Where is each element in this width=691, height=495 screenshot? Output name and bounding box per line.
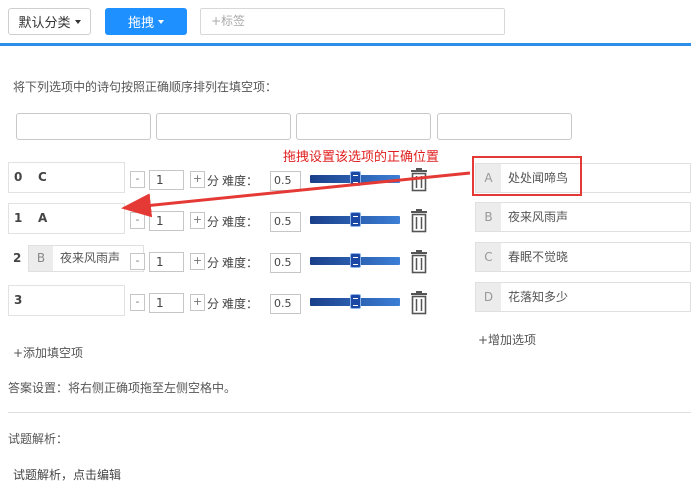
slot-index: 2 (13, 251, 22, 265)
difficulty-input[interactable]: 0.5 (270, 253, 301, 273)
difficulty-input[interactable]: 0.5 (270, 171, 301, 191)
option-text: 春眠不觉晓 (508, 250, 569, 264)
blank-input-1[interactable] (16, 113, 151, 140)
score-input[interactable]: 1 (149, 252, 184, 272)
header-divider (0, 43, 691, 46)
chip-letter: B (29, 246, 53, 271)
category-label: 默认分类 (18, 16, 71, 31)
difficulty-input[interactable]: 0.5 (270, 294, 301, 314)
score-input[interactable]: 1 (149, 170, 184, 190)
trash-icon[interactable] (408, 291, 430, 315)
slot-index: 0 (14, 170, 23, 184)
tag-input[interactable]: +标签 (200, 8, 505, 35)
mode-dropdown[interactable]: 拖拽 (105, 8, 187, 35)
score-decrement-button[interactable]: - (130, 253, 145, 270)
option-letter: C (476, 243, 501, 271)
option-text: 花落知多少 (508, 290, 569, 304)
blank-input-2[interactable] (156, 113, 291, 140)
question-instruction: 将下列选项中的诗句按照正确顺序排列在填空项： (13, 80, 278, 94)
category-dropdown[interactable]: 默认分类 (8, 8, 91, 35)
difficulty-label: 难度： (222, 215, 259, 229)
explanation-label: 试题解析： (8, 432, 69, 446)
trash-icon[interactable] (408, 168, 430, 192)
highlight-box (472, 156, 582, 196)
chip-text: 夜来风雨声 (60, 251, 121, 265)
option-item-b[interactable]: B 夜来风雨声 (475, 202, 691, 232)
answer-slot-1[interactable]: 1 A (8, 203, 125, 234)
explanation-editor[interactable]: 试题解析，点击编辑 (13, 466, 121, 483)
annotation-text: 拖拽设置该选项的正确位置 (283, 150, 440, 165)
dropped-option-chip[interactable]: B 夜来风雨声 (28, 245, 144, 272)
slider-handle[interactable] (349, 212, 361, 227)
score-unit: 分 (207, 215, 220, 229)
slot-index: 3 (14, 293, 23, 307)
option-text: 夜来风雨声 (508, 210, 569, 224)
slot-answer: A (38, 211, 48, 225)
add-blank-button[interactable]: +添加填空项 (13, 344, 83, 361)
trash-icon[interactable] (408, 209, 430, 233)
score-decrement-button[interactable]: - (130, 212, 145, 229)
score-increment-button[interactable]: + (190, 294, 205, 311)
difficulty-input[interactable]: 0.5 (270, 212, 301, 232)
score-decrement-button[interactable]: - (130, 294, 145, 311)
slot-answer: C (38, 170, 47, 184)
option-item-c[interactable]: C 春眠不觉晓 (475, 242, 691, 272)
mode-label: 拖拽 (127, 16, 154, 31)
score-unit: 分 (207, 256, 220, 270)
difficulty-label: 难度： (222, 256, 259, 270)
slider-handle[interactable] (349, 253, 361, 268)
score-increment-button[interactable]: + (190, 171, 205, 188)
option-letter: B (476, 203, 501, 231)
answer-slot-0[interactable]: 0 C (8, 162, 125, 193)
blank-input-4[interactable] (437, 113, 572, 140)
score-decrement-button[interactable]: - (130, 171, 145, 188)
answer-slot-2[interactable]: 2 B 夜来风雨声 (8, 244, 144, 275)
chevron-down-icon (74, 19, 81, 24)
score-increment-button[interactable]: + (190, 253, 205, 270)
chevron-down-icon (158, 19, 164, 24)
option-letter: D (476, 283, 501, 311)
answer-settings-note: 答案设置：将右侧正确项拖至左侧空格中。 (8, 381, 237, 395)
blank-input-3[interactable] (296, 113, 431, 140)
slider-handle[interactable] (349, 171, 361, 186)
score-input[interactable]: 1 (149, 211, 184, 231)
add-option-button[interactable]: +增加选项 (478, 331, 536, 348)
option-item-d[interactable]: D 花落知多少 (475, 282, 691, 312)
answer-slot-3[interactable]: 3 (8, 285, 125, 316)
difficulty-label: 难度： (222, 174, 259, 188)
score-unit: 分 (207, 297, 220, 311)
slider-handle[interactable] (349, 294, 361, 309)
score-unit: 分 (207, 174, 220, 188)
score-input[interactable]: 1 (149, 293, 184, 313)
difficulty-label: 难度： (222, 297, 259, 311)
section-divider (8, 412, 691, 413)
trash-icon[interactable] (408, 250, 430, 274)
score-increment-button[interactable]: + (190, 212, 205, 229)
slot-index: 1 (14, 211, 23, 225)
